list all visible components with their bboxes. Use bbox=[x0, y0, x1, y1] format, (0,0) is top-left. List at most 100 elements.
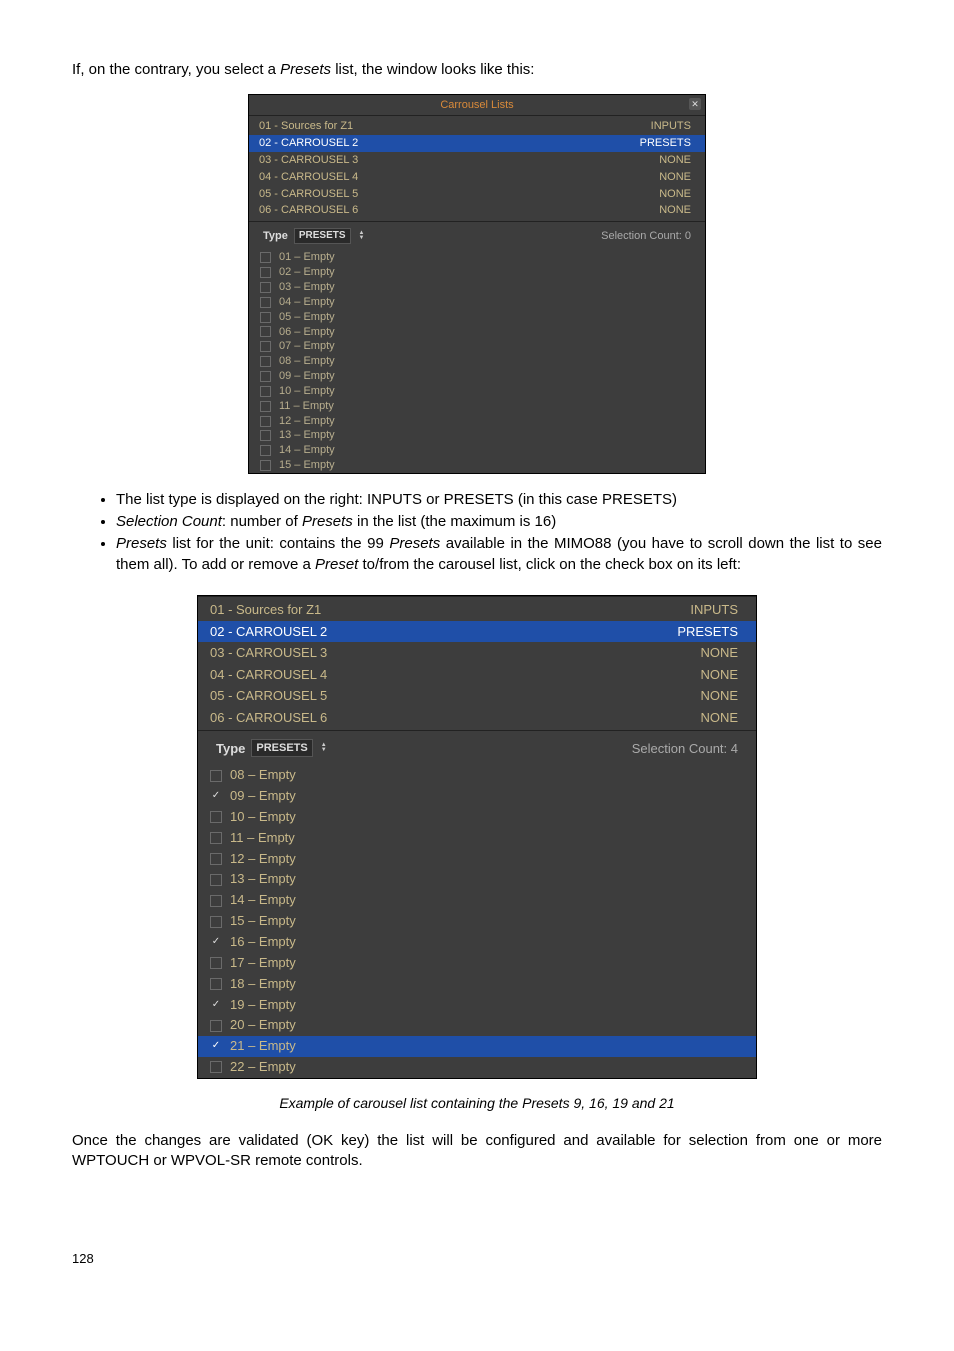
checkbox-icon[interactable] bbox=[259, 430, 271, 442]
preset-row[interactable]: 07 – Empty bbox=[249, 339, 705, 354]
spinner-icon[interactable]: ▲▼ bbox=[359, 231, 365, 241]
carrousel-row[interactable]: 05 - CARROUSEL 5NONE bbox=[198, 685, 756, 707]
checkbox-icon[interactable] bbox=[259, 356, 271, 368]
preset-row[interactable]: 13 – Empty bbox=[198, 869, 756, 890]
preset-row[interactable]: 06 – Empty bbox=[249, 325, 705, 340]
preset-label: 15 – Empty bbox=[230, 912, 296, 931]
checkbox-icon[interactable] bbox=[259, 415, 271, 427]
checkbox-icon[interactable] bbox=[210, 811, 222, 823]
checkmark-icon[interactable]: ✓ bbox=[210, 999, 222, 1011]
carrousel-row-name: 06 - CARROUSEL 6 bbox=[210, 709, 327, 727]
preset-label: 06 – Empty bbox=[279, 325, 335, 340]
checkbox-icon[interactable] bbox=[259, 296, 271, 308]
preset-row[interactable]: 09 – Empty bbox=[249, 369, 705, 384]
preset-label: 03 – Empty bbox=[279, 280, 335, 295]
carrousel-list: 01 - Sources for Z1INPUTS02 - CARROUSEL … bbox=[249, 115, 705, 222]
carrousel-row-name: 06 - CARROUSEL 6 bbox=[259, 203, 358, 218]
checkbox-icon[interactable] bbox=[210, 770, 222, 782]
carrousel-row-name: 02 - CARROUSEL 2 bbox=[259, 136, 358, 151]
preset-row[interactable]: 11 – Empty bbox=[249, 399, 705, 414]
preset-row[interactable]: 12 – Empty bbox=[198, 849, 756, 870]
page-number: 128 bbox=[72, 1251, 882, 1266]
preset-row[interactable]: 01 – Empty bbox=[249, 250, 705, 265]
checkbox-icon[interactable] bbox=[210, 874, 222, 886]
preset-label: 17 – Empty bbox=[230, 954, 296, 973]
preset-row[interactable]: 03 – Empty bbox=[249, 280, 705, 295]
carrousel-row[interactable]: 01 - Sources for Z1INPUTS bbox=[249, 118, 705, 135]
carrousel-row[interactable]: 04 - CARROUSEL 4NONE bbox=[198, 664, 756, 686]
checkbox-icon[interactable] bbox=[259, 445, 271, 457]
preset-row[interactable]: 02 – Empty bbox=[249, 265, 705, 280]
checkbox-icon[interactable] bbox=[210, 895, 222, 907]
carrousel-row-type: NONE bbox=[659, 187, 691, 202]
carrousel-row-name: 05 - CARROUSEL 5 bbox=[259, 187, 358, 202]
preset-row[interactable]: 12 – Empty bbox=[249, 414, 705, 429]
preset-label: 13 – Empty bbox=[230, 870, 296, 889]
preset-row[interactable]: 08 – Empty bbox=[249, 354, 705, 369]
spinner-icon[interactable]: ▲▼ bbox=[321, 743, 327, 753]
close-icon[interactable]: ✕ bbox=[689, 98, 701, 110]
carrousel-row[interactable]: 03 - CARROUSEL 3NONE bbox=[198, 642, 756, 664]
checkbox-icon[interactable] bbox=[259, 311, 271, 323]
carrousel-row[interactable]: 06 - CARROUSEL 6NONE bbox=[198, 707, 756, 729]
preset-label: 07 – Empty bbox=[279, 339, 335, 354]
preset-label: 09 – Empty bbox=[279, 369, 335, 384]
preset-row[interactable]: 17 – Empty bbox=[198, 953, 756, 974]
checkbox-icon[interactable] bbox=[259, 370, 271, 382]
carrousel-row[interactable]: 02 - CARROUSEL 2PRESETS bbox=[249, 135, 705, 152]
carrousel-row[interactable]: 06 - CARROUSEL 6 NONE bbox=[249, 202, 705, 219]
preset-row[interactable]: ✓16 – Empty bbox=[198, 932, 756, 953]
checkbox-icon[interactable] bbox=[210, 853, 222, 865]
type-select-value: PRESETS bbox=[256, 740, 307, 756]
checkbox-icon[interactable] bbox=[259, 460, 271, 472]
checkbox-icon[interactable] bbox=[259, 281, 271, 293]
preset-row[interactable]: 15 – Empty bbox=[198, 911, 756, 932]
checkbox-icon[interactable] bbox=[210, 978, 222, 990]
bullet-1: The list type is displayed on the right:… bbox=[116, 490, 882, 510]
preset-row[interactable]: 22 – Empty bbox=[198, 1057, 756, 1078]
type-select[interactable]: PRESETS bbox=[251, 739, 312, 757]
preset-row[interactable]: 10 – Empty bbox=[198, 807, 756, 828]
carrousel-row-name: 04 - CARROUSEL 4 bbox=[259, 170, 358, 185]
checkbox-icon[interactable] bbox=[210, 1020, 222, 1032]
checkmark-icon[interactable]: ✓ bbox=[210, 936, 222, 948]
preset-label: 08 – Empty bbox=[230, 766, 296, 785]
preset-row[interactable]: ✓21 – Empty bbox=[198, 1036, 756, 1057]
panel-title: Carrousel Lists ✕ bbox=[249, 95, 705, 115]
checkbox-icon[interactable] bbox=[210, 916, 222, 928]
preset-row[interactable]: 20 – Empty bbox=[198, 1015, 756, 1036]
checkbox-icon[interactable] bbox=[210, 1061, 222, 1073]
preset-row[interactable]: 10 – Empty bbox=[249, 384, 705, 399]
checkmark-icon[interactable]: ✓ bbox=[210, 1041, 222, 1053]
preset-row[interactable]: 11 – Empty bbox=[198, 828, 756, 849]
carrousel-row[interactable]: 02 - CARROUSEL 2PRESETS bbox=[198, 621, 756, 643]
preset-row[interactable]: 13 – Empty bbox=[249, 428, 705, 443]
checkmark-icon[interactable]: ✓ bbox=[210, 791, 222, 803]
preset-row[interactable]: 14 – Empty bbox=[249, 443, 705, 458]
carrousel-row[interactable]: 03 - CARROUSEL 3NONE bbox=[249, 152, 705, 169]
checkbox-icon[interactable] bbox=[259, 326, 271, 338]
carrousel-row[interactable]: 04 - CARROUSEL 4NONE bbox=[249, 169, 705, 186]
preset-row[interactable]: 05 – Empty bbox=[249, 310, 705, 325]
preset-row[interactable]: 18 – Empty bbox=[198, 974, 756, 995]
checkbox-icon[interactable] bbox=[210, 957, 222, 969]
preset-label: 11 – Empty bbox=[230, 829, 295, 848]
preset-row[interactable]: 15 – Empty bbox=[249, 458, 705, 473]
checkbox-icon[interactable] bbox=[259, 267, 271, 279]
carrousel-row[interactable]: 01 - Sources for Z1INPUTS bbox=[198, 599, 756, 621]
checkbox-icon[interactable] bbox=[259, 252, 271, 264]
carrousel-row-type: NONE bbox=[659, 203, 691, 218]
checkbox-icon[interactable] bbox=[259, 385, 271, 397]
preset-row[interactable]: 08 – Empty bbox=[198, 765, 756, 786]
carrousel-row[interactable]: 05 - CARROUSEL 5 NONE bbox=[249, 186, 705, 203]
type-select[interactable]: PRESETS bbox=[294, 228, 351, 244]
carrousel-lists-panel-example: 01 - Sources for Z1INPUTS02 - CARROUSEL … bbox=[197, 595, 757, 1079]
preset-row[interactable]: 14 – Empty bbox=[198, 890, 756, 911]
preset-row[interactable]: ✓19 – Empty bbox=[198, 995, 756, 1016]
checkbox-icon[interactable] bbox=[210, 832, 222, 844]
checkbox-icon[interactable] bbox=[259, 400, 271, 412]
preset-row[interactable]: ✓09 – Empty bbox=[198, 786, 756, 807]
preset-row[interactable]: 04 – Empty bbox=[249, 295, 705, 310]
preset-label: 14 – Empty bbox=[230, 891, 296, 910]
checkbox-icon[interactable] bbox=[259, 341, 271, 353]
